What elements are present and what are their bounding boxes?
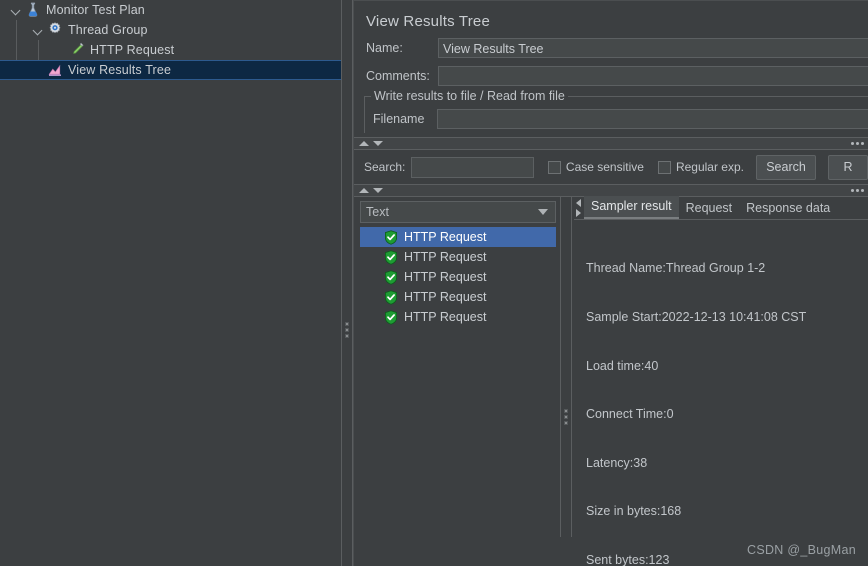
- sample-result-list: HTTP Request HTTP Request HTTP Request H…: [360, 227, 556, 327]
- tab-scroll-arrows[interactable]: [574, 197, 583, 219]
- list-item[interactable]: HTTP Request: [360, 287, 556, 307]
- comments-row: Comments:: [354, 66, 868, 86]
- view-results-tree-icon: [46, 61, 64, 79]
- regular-exp-label: Regular exp.: [675, 160, 744, 174]
- detail-tabstrip: Sampler result Request Response data: [574, 196, 868, 220]
- tree-item-http-request[interactable]: HTTP Request: [0, 40, 341, 60]
- write-results-group-title: Write results to file / Read from file: [371, 89, 568, 103]
- detail-line: Thread Name:Thread Group 1-2: [586, 261, 766, 276]
- tree-item-label: HTTP Request: [90, 43, 175, 57]
- page-title: View Results Tree: [366, 13, 491, 30]
- collapse-down-icon[interactable]: [373, 188, 383, 193]
- case-sensitive-checkbox[interactable]: Case sensitive: [547, 160, 644, 174]
- list-item[interactable]: HTTP Request: [360, 307, 556, 327]
- results-list-panel: Text HTTP Request HTTP Request HTTP Requ…: [354, 197, 560, 537]
- divider-grip-dots: [851, 189, 864, 192]
- chevron-down-icon[interactable]: [8, 0, 24, 20]
- tree-item-thread-group[interactable]: Thread Group: [0, 20, 341, 40]
- filename-label: Filename: [373, 112, 425, 126]
- tab-sampler-result[interactable]: Sampler result: [584, 196, 679, 219]
- success-shield-icon: [384, 249, 398, 265]
- watermark: CSDN @_BugMan: [747, 543, 856, 557]
- sampler-detail-panel: Sampler result Request Response data Thr…: [572, 196, 868, 566]
- view-results-tree-panel: View Results Tree Name: View Results Tre…: [353, 0, 868, 566]
- sampler-result-text[interactable]: Thread Name:Thread Group 1-2 Sample Star…: [574, 220, 868, 566]
- collapse-up-icon[interactable]: [359, 188, 369, 193]
- detail-line: Size in bytes:168: [586, 504, 682, 519]
- reset-button[interactable]: R: [828, 154, 868, 180]
- chevron-down-icon[interactable]: [538, 209, 548, 215]
- comments-label: Comments:: [366, 69, 430, 83]
- checkbox-box-icon[interactable]: [657, 160, 671, 174]
- success-shield-icon: [384, 309, 398, 325]
- success-shield-icon: [384, 289, 398, 305]
- test-plan-tree-panel: Monitor Test Plan Thread Group HTTP Requ…: [0, 0, 341, 566]
- list-item-label: HTTP Request: [404, 290, 487, 304]
- name-row: Name: View Results Tree: [354, 38, 868, 58]
- splitter-grip[interactable]: [564, 409, 568, 425]
- tree-item-view-results-tree[interactable]: View Results Tree: [0, 60, 341, 80]
- http-request-pen-icon: [68, 41, 86, 59]
- scroll-left-icon[interactable]: [576, 199, 581, 207]
- results-area: Text HTTP Request HTTP Request HTTP Requ…: [354, 196, 868, 566]
- tree-item-label: View Results Tree: [68, 63, 172, 77]
- collapse-up-icon[interactable]: [359, 141, 369, 146]
- search-label: Search:: [364, 160, 406, 174]
- write-results-group: Write results to file / Read from file F…: [364, 89, 868, 133]
- search-input[interactable]: [411, 156, 534, 178]
- comments-input[interactable]: [438, 66, 868, 86]
- filename-input[interactable]: [437, 109, 868, 129]
- test-plan-icon: [24, 1, 42, 19]
- divider-grip-dots: [851, 142, 864, 145]
- success-shield-icon: [384, 229, 398, 245]
- list-item-label: HTTP Request: [404, 230, 487, 244]
- write-results-group-body: Filename: [365, 99, 868, 133]
- tab-request[interactable]: Request: [679, 198, 740, 219]
- jmeter-window: Monitor Test Plan Thread Group HTTP Requ…: [0, 0, 868, 566]
- tree-item-label: Monitor Test Plan: [46, 3, 145, 17]
- main-splitter[interactable]: [341, 0, 353, 566]
- list-item[interactable]: HTTP Request: [360, 227, 556, 247]
- filename-row: Filename: [365, 109, 868, 129]
- detail-line: Load time:40: [586, 358, 659, 373]
- name-input[interactable]: View Results Tree: [438, 38, 868, 58]
- detail-line: Connect Time:0: [586, 407, 674, 422]
- detail-line: Latency:38: [586, 455, 648, 470]
- list-item-label: HTTP Request: [404, 270, 487, 284]
- results-splitter[interactable]: [560, 197, 572, 537]
- detail-line: Sample Start:2022-12-13 10:41:08 CST: [586, 310, 807, 324]
- checkbox-box-icon[interactable]: [547, 160, 561, 174]
- list-item-label: HTTP Request: [404, 310, 487, 324]
- list-item[interactable]: HTTP Request: [360, 247, 556, 267]
- tree-item-label: Thread Group: [68, 23, 148, 37]
- tab-response-data[interactable]: Response data: [739, 198, 837, 219]
- name-label: Name:: [366, 41, 403, 55]
- search-button[interactable]: Search: [756, 154, 816, 180]
- render-select[interactable]: Text: [360, 201, 556, 223]
- thread-group-gear-icon: [46, 21, 64, 39]
- scroll-right-icon[interactable]: [576, 209, 581, 217]
- list-item-label: HTTP Request: [404, 250, 487, 264]
- collapse-divider-top[interactable]: [354, 137, 868, 150]
- collapse-down-icon[interactable]: [373, 141, 383, 146]
- tree-item-monitor-test-plan[interactable]: Monitor Test Plan: [0, 0, 341, 20]
- search-toolbar: Search: Case sensitive Regular exp. Sear…: [354, 150, 868, 184]
- case-sensitive-label: Case sensitive: [565, 160, 644, 174]
- splitter-grip[interactable]: [345, 322, 349, 338]
- render-select-value: Text: [366, 205, 389, 219]
- regular-exp-checkbox[interactable]: Regular exp.: [657, 160, 744, 174]
- list-item[interactable]: HTTP Request: [360, 267, 556, 287]
- chevron-down-icon[interactable]: [30, 20, 46, 40]
- success-shield-icon: [384, 269, 398, 285]
